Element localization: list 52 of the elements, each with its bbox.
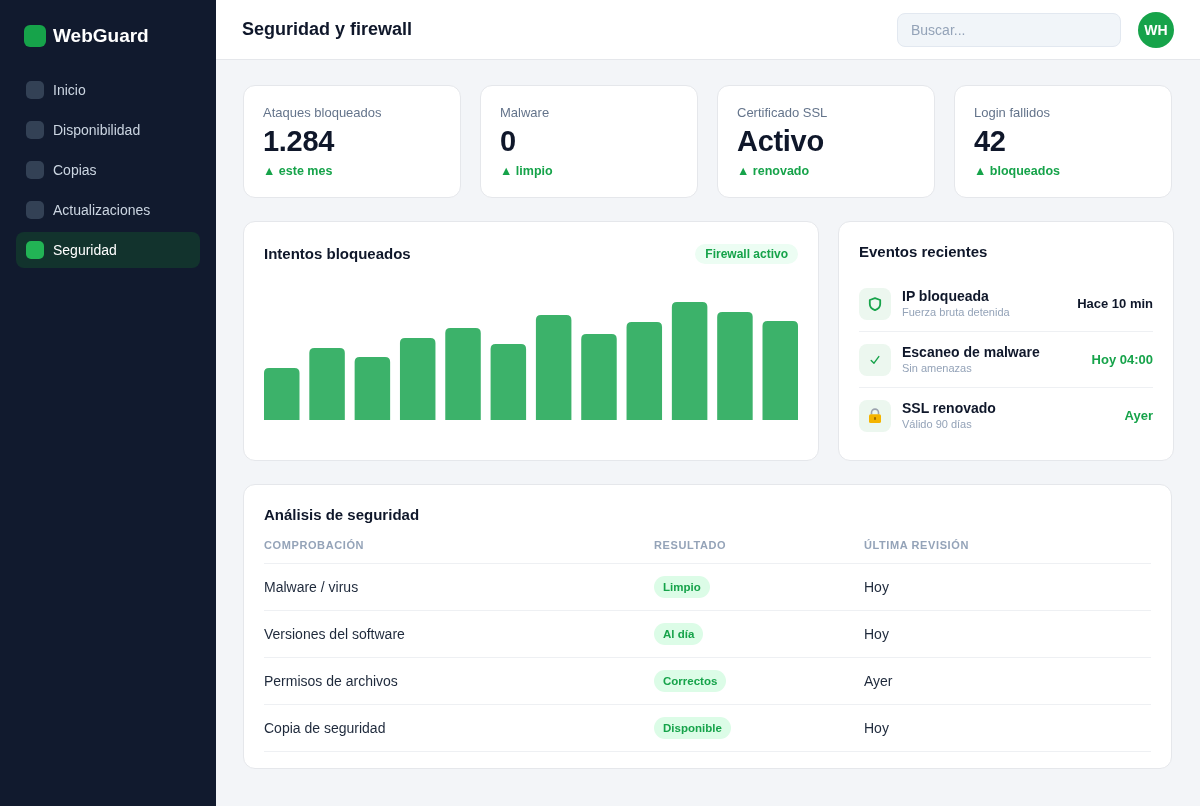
stat-value: 0 (500, 124, 517, 158)
status-badge: Firewall activo (695, 244, 798, 264)
stat-change: ▲ este mes (263, 163, 334, 179)
status-badge: Disponible (654, 717, 731, 739)
stat-change: ▲ renovado (737, 163, 811, 179)
brand-name: WebGuard (53, 25, 149, 47)
column-header: ÚLTIMA REVISIÓN (864, 539, 970, 551)
lock-icon (859, 399, 891, 432)
event-time: Hoy 04:00 (1091, 352, 1153, 367)
search-field[interactable]: Buscar... (897, 12, 1121, 47)
table-cell-text: Ayer (864, 673, 894, 689)
event-title: IP bloqueada (902, 288, 990, 305)
stat-change: ▲ limpio (500, 163, 554, 179)
card-title: Intentos bloqueados (264, 244, 411, 264)
table-cell-text: Permisos de archivos (264, 673, 399, 689)
page-title: Seguridad y firewall (242, 19, 413, 40)
stat-label: Login fallidos (974, 105, 1051, 121)
event-time: Ayer (1124, 408, 1153, 423)
status-badge: Correctos (654, 670, 727, 692)
event-title: Escaneo de malware (902, 344, 1041, 361)
table-cell-text: Malware / virus (264, 579, 360, 595)
column-header: COMPROBACIÓN (264, 539, 366, 551)
stat-change: ▲ bloqueados (974, 163, 1061, 179)
card-title: Análisis de seguridad (264, 505, 421, 525)
table-cell-text: Hoy (864, 720, 890, 736)
status-badge: Al día (654, 623, 704, 645)
stat-value: Activo (737, 124, 825, 158)
event-detail: Válido 90 días (902, 417, 973, 431)
nav-item[interactable]: Copias (16, 152, 200, 188)
check-icon (859, 343, 891, 376)
stat-label: Ataques bloqueados (263, 105, 383, 121)
nav-item[interactable]: Actualizaciones (16, 192, 200, 228)
nav-item[interactable]: Disponibilidad (16, 112, 200, 148)
event-detail: Sin amenazas (902, 361, 973, 375)
logo-icon (24, 25, 46, 47)
table-cell-text: Versiones del software (264, 626, 406, 642)
event-title: SSL renovado (902, 400, 997, 417)
nav-item[interactable]: Inicio (16, 72, 200, 108)
column-header: RESULTADO (654, 539, 728, 551)
event-time: Hace 10 min (1077, 296, 1153, 311)
stat-value: 42 (974, 124, 1007, 158)
status-badge: Limpio (654, 576, 710, 598)
nav-item[interactable]: Seguridad (16, 232, 200, 268)
table-cell-text: Hoy (864, 626, 890, 642)
shield-icon (859, 287, 891, 320)
stat-value: 1.284 (263, 124, 336, 158)
table-cell-text: Copia de seguridad (264, 720, 387, 736)
stat-label: Certificado SSL (737, 105, 829, 121)
event-detail: Fuerza bruta detenida (902, 305, 1011, 319)
stat-label: Malware (500, 105, 551, 121)
table-cell-text: Hoy (864, 579, 890, 595)
card-title: Eventos recientes (859, 242, 989, 262)
